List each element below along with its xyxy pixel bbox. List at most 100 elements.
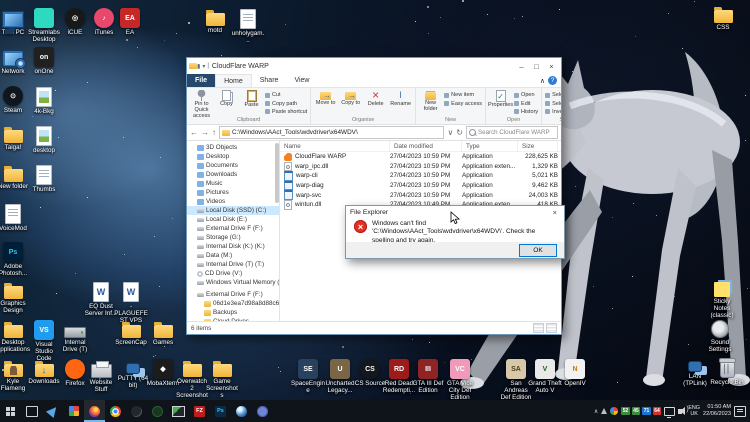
desktop-icon-onone[interactable]: ononOne — [27, 47, 61, 75]
taskbar-firefox-icon[interactable] — [84, 400, 105, 422]
desktop-icon-eq-dust-server-inf[interactable]: EQ Dust Server Inf... — [84, 281, 118, 317]
column-date-modified[interactable]: Date modified — [390, 141, 462, 151]
taskbar-game-icon[interactable] — [126, 400, 147, 422]
ribbon-button-edit[interactable]: Edit — [514, 99, 538, 107]
ribbon-button-delete[interactable]: Delete — [363, 89, 388, 117]
address-input[interactable]: C:\Windows\AAct_Tools\wdvdriver\x64WDV\ — [219, 126, 444, 139]
taskbar-task-view-icon[interactable] — [21, 400, 42, 422]
nav-item-downloads[interactable]: Downloads — [187, 170, 279, 179]
desktop-icon-unholygam[interactable]: unholygam... — [231, 8, 265, 44]
nav-item-storage-g[interactable]: Storage (G:) — [187, 233, 279, 242]
taskbar-photos-icon[interactable] — [63, 400, 84, 422]
desktop-icon-internal-drive-t[interactable]: Internal Drive (T) — [58, 320, 92, 353]
desktop-icon-plaguefest-vps[interactable]: -PLAGUEFEST VPS — [114, 281, 148, 324]
nav-item-local-disk-e[interactable]: Local Disk (E:) — [187, 215, 279, 224]
file-row-warp-svc[interactable]: warp-svc27/04/2023 10:59 PMApplication24… — [280, 190, 561, 200]
nav-item-local-disk-ssd-c[interactable]: Local Disk (SSD) (C:) — [187, 206, 279, 215]
forward-button[interactable]: → — [201, 128, 209, 137]
nav-item-cd-drive-v[interactable]: CD Drive (V:) — [187, 269, 279, 278]
desktop-icon-screencap[interactable]: ScreenCap — [114, 320, 148, 346]
desktop-icon-streamlabs-desktop[interactable]: Streamlabs Desktop — [27, 8, 61, 43]
temp-badge-45[interactable]: 45 — [632, 407, 641, 416]
refresh-icon[interactable]: ↻ — [456, 128, 463, 137]
column-name[interactable]: Name — [280, 141, 390, 151]
ribbon-button-pin-to-quick-access[interactable]: Pin to Quick access — [189, 89, 214, 117]
ribbon-button-history[interactable]: History — [514, 108, 538, 116]
ribbon-button-properties[interactable]: Properties — [488, 89, 513, 117]
taskbar-filezilla-icon[interactable]: FZ — [189, 400, 210, 422]
taskbar-globe-icon[interactable] — [231, 400, 252, 422]
tab-view[interactable]: View — [286, 74, 317, 87]
nav-item-pictures[interactable]: Pictures — [187, 188, 279, 197]
temp-badge-71[interactable]: 71 — [642, 407, 651, 416]
desktop-icon-desktop-applications[interactable]: Desktop Applications — [0, 320, 30, 353]
desktop-icon-gta-vice-city-def-edition[interactable]: VCGTA Vice City Def Edition — [443, 359, 477, 401]
desktop-icon-spaceengine[interactable]: SESpaceEngine — [291, 359, 325, 394]
network-icon[interactable] — [664, 407, 675, 416]
volume-icon[interactable] — [678, 409, 682, 414]
desktop-icon-lan-tplink[interactable]: LAN (TPLink) — [678, 357, 712, 387]
desktop-icon-gta-iii-def-edition[interactable]: IIIGTA III Def Edition — [411, 359, 445, 394]
desktop-icon-downloads[interactable]: Downloads — [27, 359, 61, 385]
file-row-warp-cli[interactable]: warp-cli27/04/2023 10:59 PMApplication5,… — [280, 171, 561, 181]
ok-button[interactable]: OK — [519, 244, 557, 257]
nav-item-external-drive-f-f[interactable]: External Drive F (F:) — [187, 224, 279, 233]
tab-file[interactable]: File — [187, 74, 215, 87]
column-type[interactable]: Type — [462, 141, 518, 151]
ribbon-button-paste-shortcut[interactable]: Paste shortcut — [265, 108, 307, 116]
taskbar-spotify-icon[interactable] — [147, 400, 168, 422]
taskbar-start-button[interactable] — [0, 400, 21, 422]
explorer-titlebar[interactable]: ▮ ▾ | CloudFlare WARP – □ × — [187, 58, 561, 74]
desktop-icon-voicemod[interactable]: VoiceMod — [0, 203, 30, 232]
desktop-icon-visual-studio-code[interactable]: VSVisual Studio Code — [27, 320, 61, 362]
nav-item-internal-drive-t-t[interactable]: Internal Drive (T) (T:) — [187, 260, 279, 269]
desktop-icon-ea[interactable]: EAEA — [113, 8, 147, 36]
desktop-icon-desktop[interactable]: desktop — [27, 125, 61, 154]
taskbar-chrome-icon[interactable] — [105, 400, 126, 422]
nav-item-desktop[interactable]: Desktop — [187, 152, 279, 161]
ribbon-button-new-item[interactable]: New item — [444, 91, 482, 99]
desktop-icon-uncharted-legacy[interactable]: UUncharted Legacy... — [323, 359, 357, 394]
taskbar-sharex-icon[interactable] — [168, 400, 189, 422]
tab-share[interactable]: Share — [252, 74, 287, 87]
nav-item-external-drive-f-f[interactable]: External Drive F (F:) — [187, 290, 279, 299]
desktop-icon-adobe-photosh[interactable]: PsAdobe Photosh... — [0, 242, 30, 277]
ribbon-button-invert-selection[interactable]: Invert selection — [545, 108, 561, 116]
details-view-button[interactable] — [533, 323, 544, 333]
desktop-icon-grand-theft-auto-v[interactable]: VGrand Theft Auto V — [528, 359, 562, 394]
desktop-icon-4k-bkg[interactable]: 4k-Bkg — [27, 86, 61, 115]
tray-triangle-icon[interactable] — [601, 408, 607, 414]
file-row-cloudflare-warp[interactable]: CloudFlare WARP27/04/2023 10:59 PMApplic… — [280, 152, 561, 162]
tray-colorwheel-icon[interactable] — [610, 407, 618, 415]
tray-overflow-icon[interactable]: ∧ — [594, 408, 598, 415]
ribbon-button-copy-to[interactable]: Copy to — [338, 89, 363, 117]
ribbon-button-move-to[interactable]: Move to — [313, 89, 338, 117]
desktop-icon-website-stuff[interactable]: Website Stuff — [84, 359, 118, 393]
desktop-icon-motd[interactable]: motd — [198, 8, 232, 34]
close-button[interactable]: × — [544, 59, 559, 73]
desktop-icon-this-pc[interactable]: This PC — [0, 8, 30, 36]
desktop-icon-graphics-design[interactable]: Graphics Design — [0, 281, 30, 314]
nav-item-documents[interactable]: Documents — [187, 161, 279, 170]
ribbon-button-cut[interactable]: Cut — [265, 91, 307, 99]
minimize-button[interactable]: – — [514, 59, 529, 73]
nav-scrollbar[interactable] — [275, 143, 279, 203]
tab-home[interactable]: Home — [215, 74, 252, 87]
taskbar-mail-icon[interactable] — [42, 400, 63, 422]
ribbon-button-paste[interactable]: Paste — [239, 89, 264, 117]
taskbar-photoshop-icon[interactable]: Ps — [210, 400, 231, 422]
ribbon-button-copy-path[interactable]: Copy path — [265, 99, 307, 107]
quick-access-toolbar-icon[interactable]: ▮ — [197, 63, 200, 70]
nav-item-3d-objects[interactable]: 3D Objects — [187, 143, 279, 152]
desktop-icon-taiga[interactable]: Taiga! — [0, 125, 30, 151]
file-row-warp-diag[interactable]: warp-diag27/04/2023 10:59 PMApplication9… — [280, 181, 561, 191]
desktop-icon-openiv[interactable]: NOpenIV — [558, 359, 592, 387]
nav-item-music[interactable]: Music — [187, 179, 279, 188]
desktop-icon-sticky-notes-classic[interactable]: Sticky Notes (classic) — [705, 279, 739, 319]
desktop-icon-new-folder[interactable]: New folder — [0, 164, 30, 190]
ribbon-collapse-icon[interactable]: ∧ — [540, 77, 545, 85]
back-button[interactable]: ← — [190, 128, 198, 137]
ribbon-button-select-all[interactable]: Select all — [545, 91, 561, 99]
dialog-close-icon[interactable]: × — [550, 208, 560, 217]
maximize-button[interactable]: □ — [529, 59, 544, 73]
